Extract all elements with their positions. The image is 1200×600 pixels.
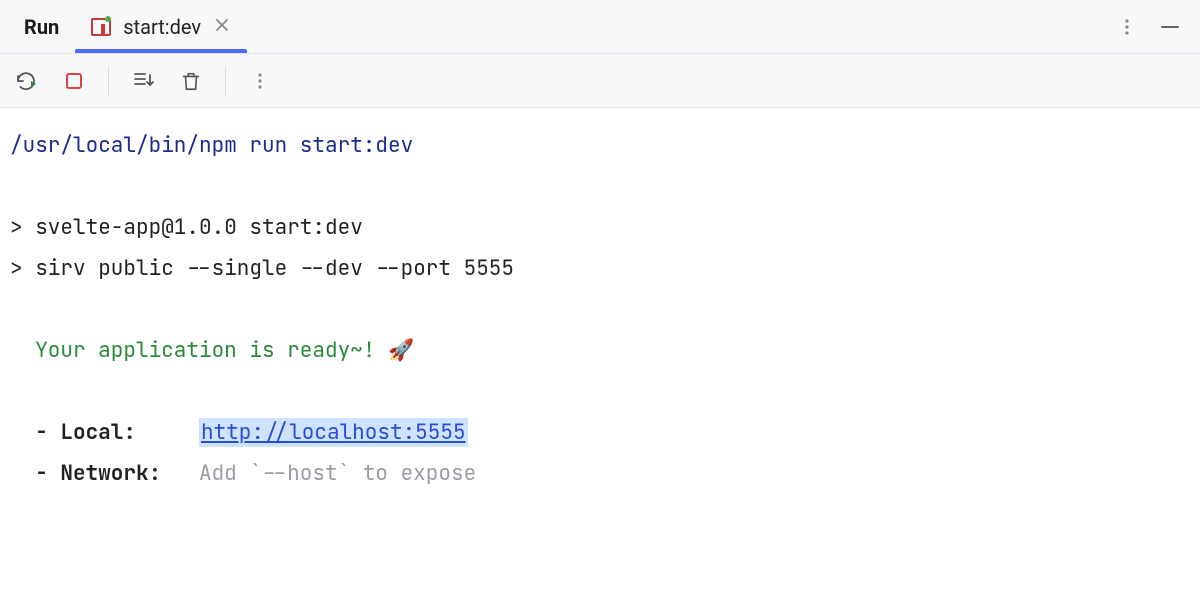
toolbar — [0, 54, 1200, 108]
toolbar-separator — [225, 67, 226, 95]
tab-bar: Run start:dev — [0, 0, 1200, 54]
tab-label: start:dev — [123, 15, 201, 39]
npm-output-line: > sirv public --single --dev --port 5555 — [10, 249, 1190, 290]
command-line: /usr/local/bin/npm run start:dev — [10, 126, 1190, 167]
console-output[interactable]: /usr/local/bin/npm run start:dev > svelt… — [0, 108, 1200, 600]
toolbar-more-icon[interactable] — [246, 67, 274, 95]
toolbar-separator — [108, 67, 109, 95]
rerun-button[interactable] — [12, 67, 40, 95]
network-hint: Add `--host` to expose — [199, 460, 476, 487]
local-label: - Local: — [35, 419, 136, 446]
network-label: - Network: — [35, 460, 161, 487]
network-address-line: - Network: Add `--host` to expose — [10, 454, 1190, 495]
npm-icon — [89, 15, 113, 39]
minimize-icon[interactable] — [1160, 17, 1180, 37]
stop-button[interactable] — [60, 67, 88, 95]
rocket-icon: 🚀 — [388, 337, 414, 364]
ready-message: Your application is ready~! 🚀 — [10, 331, 1190, 372]
local-address-line: - Local: http://localhost:5555 — [10, 413, 1190, 454]
panel-title: Run — [8, 15, 75, 39]
more-options-icon[interactable] — [1118, 18, 1136, 36]
clear-all-button[interactable] — [177, 67, 205, 95]
tab-start-dev[interactable]: start:dev — [75, 0, 247, 53]
scroll-to-end-button[interactable] — [129, 67, 157, 95]
close-tab-icon[interactable] — [211, 14, 233, 39]
npm-output-line: > svelte-app@1.0.0 start:dev — [10, 208, 1190, 249]
local-url-link[interactable]: http://localhost:5555 — [199, 418, 468, 447]
